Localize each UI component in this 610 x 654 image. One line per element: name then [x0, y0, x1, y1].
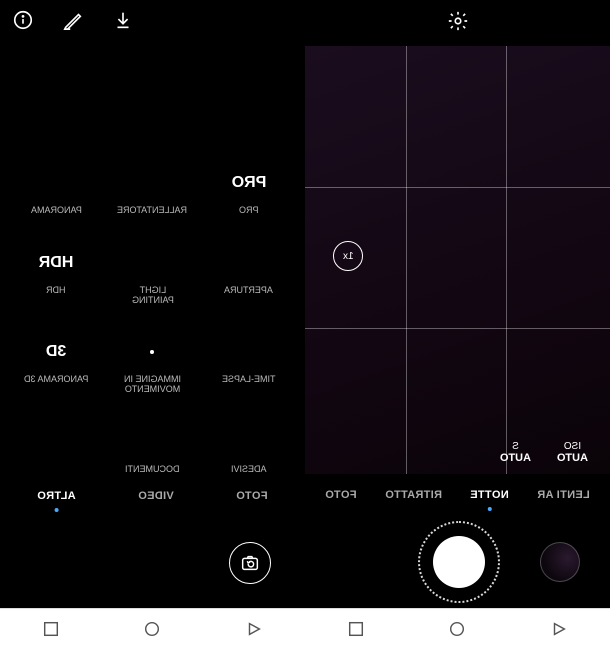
exposure-readouts: ISO AUTO S AUTO [500, 441, 588, 464]
mode-label: RALLENTATORE [117, 206, 187, 216]
slowmo-icon [135, 166, 169, 200]
mode-timelapse[interactable]: TIME-LAPSE [201, 335, 297, 395]
mode-aperture[interactable]: APERTURA [201, 246, 297, 306]
timelapse-icon [232, 335, 266, 369]
switch-camera-button[interactable] [229, 542, 271, 584]
mode-label: IMMAGINE IN MOVIMENTO [124, 375, 181, 395]
tab-ritratto[interactable]: RITRATTO [383, 485, 444, 505]
mode-liveimage[interactable]: IMMAGINE IN MOVIMENTO [104, 335, 200, 395]
mode-label: DOCUMENTI [125, 465, 180, 475]
mode-label: APERTURA [224, 286, 273, 296]
mode-panorama3d[interactable]: 3D PANORAMA 3D [8, 335, 104, 395]
readout-shutter[interactable]: S AUTO [500, 441, 531, 464]
mode-hdr[interactable]: HDR HDR [8, 246, 104, 306]
mode-slowmo[interactable]: RALLENTATORE [104, 166, 200, 216]
gallery-thumbnail[interactable] [540, 542, 580, 582]
liveimage-icon [135, 335, 169, 369]
tab-notte[interactable]: NOTTE [468, 485, 511, 505]
lightpaint-icon [135, 246, 169, 280]
right-controls [305, 516, 610, 608]
readout-key: ISO [557, 441, 588, 452]
hdr-icon: HDR [39, 246, 73, 280]
zoom-indicator[interactable]: 1x [333, 241, 363, 271]
tab-video[interactable]: VIDEO [136, 486, 176, 506]
mode-pro[interactable]: PRO PRO [201, 166, 297, 216]
mode-label: ADESIVI [231, 465, 267, 475]
shutter-inner [433, 536, 485, 588]
shutter-button[interactable] [426, 529, 492, 595]
pro-icon: PRO [232, 166, 266, 200]
viewfinder[interactable]: 1x ISO AUTO S AUTO [305, 46, 610, 474]
nav-back-icon[interactable] [550, 620, 568, 643]
document-icon [135, 425, 169, 459]
pencil-icon[interactable] [62, 9, 84, 36]
readout-key: S [500, 441, 531, 452]
tab-altro[interactable]: ALTRO [35, 486, 78, 506]
readout-iso[interactable]: ISO AUTO [557, 441, 588, 464]
left-controls [0, 517, 305, 608]
grid-line [305, 187, 610, 188]
right-topbar [305, 0, 610, 46]
mode-label: HDR [46, 286, 66, 296]
info-icon[interactable] [12, 9, 34, 36]
mode-label: PRO [239, 206, 259, 216]
panorama-icon [39, 166, 73, 200]
mode-stickers[interactable]: ADESIVI [201, 425, 297, 475]
aperture-icon [232, 246, 266, 280]
left-mode-tabs[interactable]: ALTRO VIDEO FOTO [0, 475, 305, 517]
mode-documents[interactable]: DOCUMENTI [104, 425, 200, 475]
tab-lenti-ar[interactable]: LENTI AR [535, 485, 592, 505]
zoom-value: 1x [343, 251, 354, 262]
grid-line [305, 328, 610, 329]
more-modes-panel: PANORAMA RALLENTATORE PRO PRO HDR HDR [0, 0, 305, 654]
mode-panorama[interactable]: PANORAMA [8, 166, 104, 216]
left-topbar [0, 0, 305, 46]
nav-recent-icon[interactable] [42, 620, 60, 643]
nav-home-icon[interactable] [448, 620, 466, 643]
download-icon[interactable] [112, 9, 134, 36]
mode-label: PANORAMA [31, 206, 82, 216]
gear-icon[interactable] [447, 10, 469, 37]
stamp-icon [232, 425, 266, 459]
readout-val: AUTO [500, 452, 531, 464]
mode-label: TIME-LAPSE [222, 375, 276, 385]
tab-foto[interactable]: FOTO [234, 486, 270, 506]
camera-panel: 1x ISO AUTO S AUTO FOTO RITRATTO NOTTE L… [305, 0, 610, 654]
3d-icon: 3D [39, 335, 73, 369]
tab-foto[interactable]: FOTO [323, 485, 359, 505]
grid-line [506, 46, 507, 474]
mode-lightpaint[interactable]: LIGHT PAINTING [104, 246, 200, 306]
left-navbar [0, 608, 305, 654]
grid-line [406, 46, 407, 474]
mode-label: PANORAMA 3D [24, 375, 88, 385]
readout-val: AUTO [557, 452, 588, 464]
nav-back-icon[interactable] [245, 620, 263, 643]
mode-grid: PANORAMA RALLENTATORE PRO PRO HDR HDR [0, 166, 305, 475]
nav-recent-icon[interactable] [347, 620, 365, 643]
nav-home-icon[interactable] [143, 620, 161, 643]
right-navbar [305, 608, 610, 654]
mode-label: LIGHT PAINTING [132, 286, 174, 306]
right-mode-tabs[interactable]: FOTO RITRATTO NOTTE LENTI AR [305, 474, 610, 516]
